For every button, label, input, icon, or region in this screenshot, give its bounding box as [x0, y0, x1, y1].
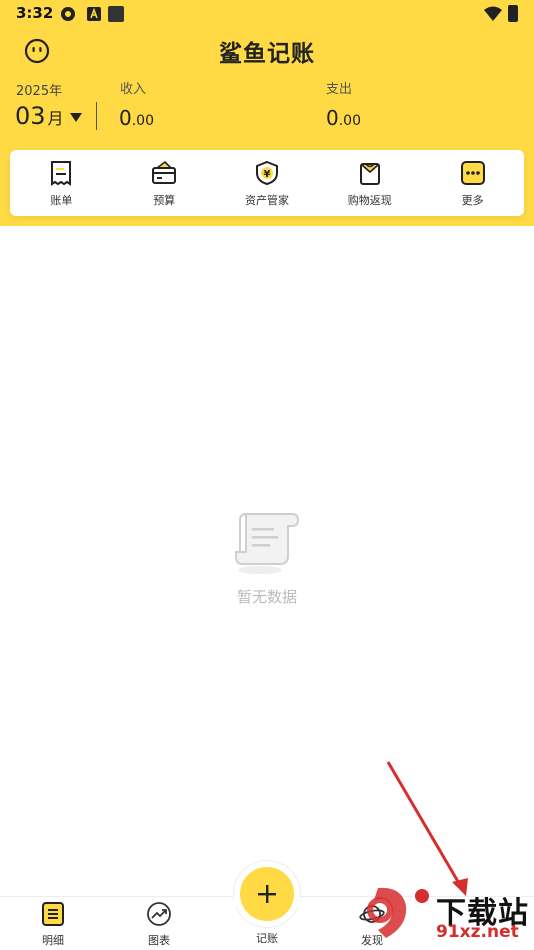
header-divider — [96, 102, 97, 130]
site-watermark: 下载站 91xz.net — [356, 882, 534, 950]
empty-state-text: 暂无数据 — [236, 588, 297, 606]
caret-down-icon — [69, 113, 82, 122]
empty-receipt-icon — [235, 513, 300, 574]
year-label[interactable]: 2025年 — [16, 80, 62, 99]
expense-label: 支出 — [326, 82, 353, 97]
app-notification-icon — [108, 6, 124, 22]
add-record-button[interactable] — [240, 867, 294, 921]
asset-shield-icon: ¥ — [255, 160, 278, 186]
quick-actions-card: 账单 预算 ¥ 资产管家 购物返现 更多 — [10, 150, 524, 216]
quick-action-more[interactable]: 更多 — [421, 150, 524, 216]
tab-record-label: 记账 — [256, 932, 278, 945]
svg-text:¥: ¥ — [264, 169, 271, 180]
tab-detail[interactable]: 明细 — [23, 901, 83, 948]
wifi-icon — [484, 6, 502, 21]
quick-action-bill[interactable]: 账单 — [10, 150, 113, 216]
tab-chart[interactable]: 图表 — [129, 901, 189, 948]
watermark-logo-icon — [367, 887, 429, 938]
shopping-bag-icon — [359, 163, 380, 185]
notification-a-icon — [87, 7, 101, 21]
plus-icon — [258, 885, 276, 903]
sync-icon — [61, 7, 75, 21]
app-title: 鲨鱼记账 — [219, 41, 315, 67]
month-selector[interactable]: 03 月 — [15, 102, 82, 130]
watermark-text-domain: 91xz.net — [436, 922, 519, 942]
income-label: 收入 — [120, 82, 147, 97]
status-bar: 3:32 — [0, 0, 534, 28]
month-unit: 月 — [47, 109, 64, 128]
bill-icon — [51, 161, 72, 186]
budget-icon — [152, 160, 177, 184]
battery-icon — [508, 5, 518, 22]
quick-action-budget[interactable]: 预算 — [113, 150, 216, 216]
quick-action-assets[interactable]: ¥ 资产管家 — [216, 150, 319, 216]
quick-action-cashback[interactable]: 购物返现 — [318, 150, 421, 216]
status-time: 3:32 — [16, 4, 54, 22]
detail-list-icon — [42, 902, 64, 926]
more-icon — [460, 161, 485, 185]
month-number: 03 — [15, 102, 46, 130]
chart-trend-icon — [147, 902, 171, 926]
income-value: 0.00 — [119, 106, 154, 130]
expense-value: 0.00 — [326, 106, 361, 130]
